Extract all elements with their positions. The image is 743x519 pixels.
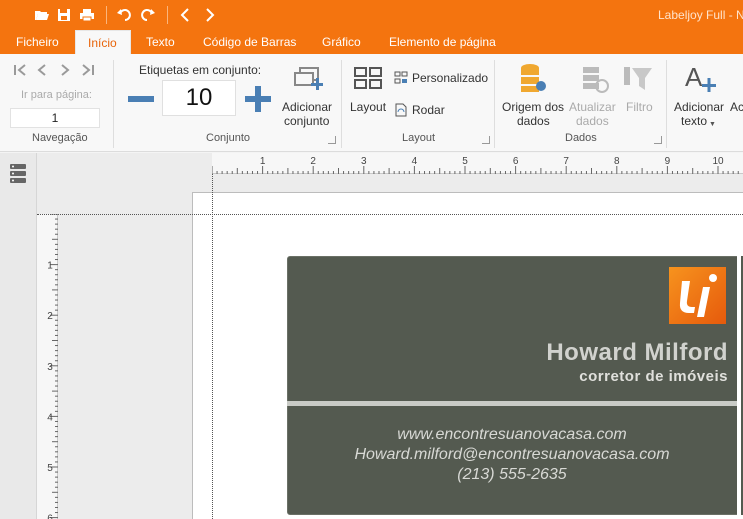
layout-label[interactable]: Layout [350,101,386,114]
group-label-navegacao: Navegação [32,132,88,144]
save-icon[interactable] [54,5,74,25]
data-source-icon[interactable] [518,62,548,94]
forward-arrow-icon[interactable] [199,5,219,25]
ribbon-tab-bar: Ficheiro Início Texto Código de Barras G… [0,30,743,54]
window-title: Labeljoy Full - N [658,8,743,22]
refresh-data-icon[interactable] [580,64,610,94]
rotate-icon[interactable] [394,103,408,117]
tab-elemento-de-pagina[interactable]: Elemento de página [377,30,508,54]
ruler-label: 2 [47,311,53,322]
add-text-label-1[interactable]: Adicionar [674,101,724,114]
labels-per-set-label: Etiquetas em conjunto: [139,63,262,77]
previous-page-icon[interactable] [35,63,49,77]
conjunto-launcher-icon[interactable] [328,136,336,144]
labels-per-set-input[interactable]: 10 [162,80,236,116]
ribbon: Ir para página: 1 Navegação Etiquetas em… [0,54,743,152]
group-label-conjunto: Conjunto [206,132,251,144]
left-toolbar [0,153,37,519]
goto-page-label: Ir para página: [21,89,92,101]
ruler-label: 3 [47,362,53,373]
ruler-label: 1 [47,261,53,272]
ruler-label: 6 [47,514,53,519]
ruler-label: 1 [260,156,266,167]
add-set-icon[interactable] [292,64,324,96]
margin-guide-vertical [212,174,213,519]
filter-icon[interactable] [622,64,654,94]
ruler-label: 5 [462,156,468,167]
refresh-data-label-2[interactable]: dados [576,115,609,128]
horizontal-ruler-ticks: 1 2 3 4 5 6 7 8 9 10 [212,156,739,174]
contact-website[interactable]: www.encontresuanovacasa.com [287,426,737,444]
refresh-data-label-1[interactable]: Atualizar [569,101,616,114]
tab-ficheiro[interactable]: Ficheiro [4,30,71,54]
filter-label[interactable]: Filtro [626,101,653,114]
tab-codigo-de-barras[interactable]: Código de Barras [191,30,308,54]
ruler-label: 7 [563,156,569,167]
undo-icon[interactable] [115,5,135,25]
svg-text:A: A [685,62,703,92]
goto-page-input[interactable]: 1 [10,108,100,128]
back-arrow-icon[interactable] [176,5,196,25]
add-text-icon[interactable]: A [684,62,718,94]
company-logo-icon[interactable] [669,267,726,324]
ruler-label: 4 [412,156,418,167]
ruler-label: 10 [712,156,724,167]
ruler-corner [37,153,192,174]
ruler-label: 9 [665,156,671,167]
data-source-label-2[interactable]: dados [517,115,550,128]
add-set-label-2[interactable]: conjunto [284,115,329,128]
tab-texto[interactable]: Texto [134,30,187,54]
ruler-label: 8 [614,156,620,167]
ruler-label: 5 [47,463,53,474]
data-source-label-1[interactable]: Origem dos [502,101,564,114]
next-command-partial[interactable]: Ac [730,101,743,114]
contact-name[interactable]: Howard Milford [546,339,728,367]
contact-email[interactable]: Howard.milford@encontresuanovacasa.com [287,446,737,464]
layout-launcher-icon[interactable] [482,136,490,144]
rotate-label[interactable]: Rodar [412,104,445,117]
add-text-label-2[interactable]: texto [681,115,707,128]
open-folder-icon[interactable] [32,5,52,25]
add-set-label-1[interactable]: Adicionar [282,101,332,114]
add-text-dropdown-icon[interactable]: ▼ [709,118,716,131]
vertical-ruler: 1 2 3 4 5 6 [37,214,58,519]
ruler-label: 6 [513,156,519,167]
increase-button[interactable] [243,84,273,114]
group-label-dados: Dados [565,132,597,144]
dados-launcher-icon[interactable] [654,136,662,144]
contact-role[interactable]: corretor de imóveis [579,368,728,385]
title-bar: Labeljoy Full - N [0,0,743,30]
tab-inicio[interactable]: Início [75,30,131,54]
redo-icon[interactable] [137,5,157,25]
data-panel-icon[interactable] [9,163,27,185]
print-icon[interactable] [77,5,97,25]
ruler-label: 2 [310,156,316,167]
custom-label[interactable]: Personalizado [412,72,488,85]
label-divider-line[interactable] [287,401,743,406]
tab-grafico[interactable]: Gráfico [310,30,373,54]
ruler-label: 3 [361,156,367,167]
margin-guide-horizontal [37,214,743,215]
custom-layout-icon[interactable] [394,71,408,85]
last-page-icon[interactable] [81,63,95,77]
horizontal-ruler: 1 2 3 4 5 6 7 8 9 10 [212,153,743,174]
layout-grid-icon[interactable] [353,66,383,90]
group-label-layout: Layout [402,132,436,144]
contact-phone[interactable]: (213) 555-2635 [287,466,737,484]
vertical-ruler-ticks: 1 2 3 4 5 6 [47,214,58,519]
ruler-label: 4 [47,412,53,423]
decrease-button[interactable] [126,84,156,114]
first-page-icon[interactable] [13,63,27,77]
next-page-icon[interactable] [58,63,72,77]
